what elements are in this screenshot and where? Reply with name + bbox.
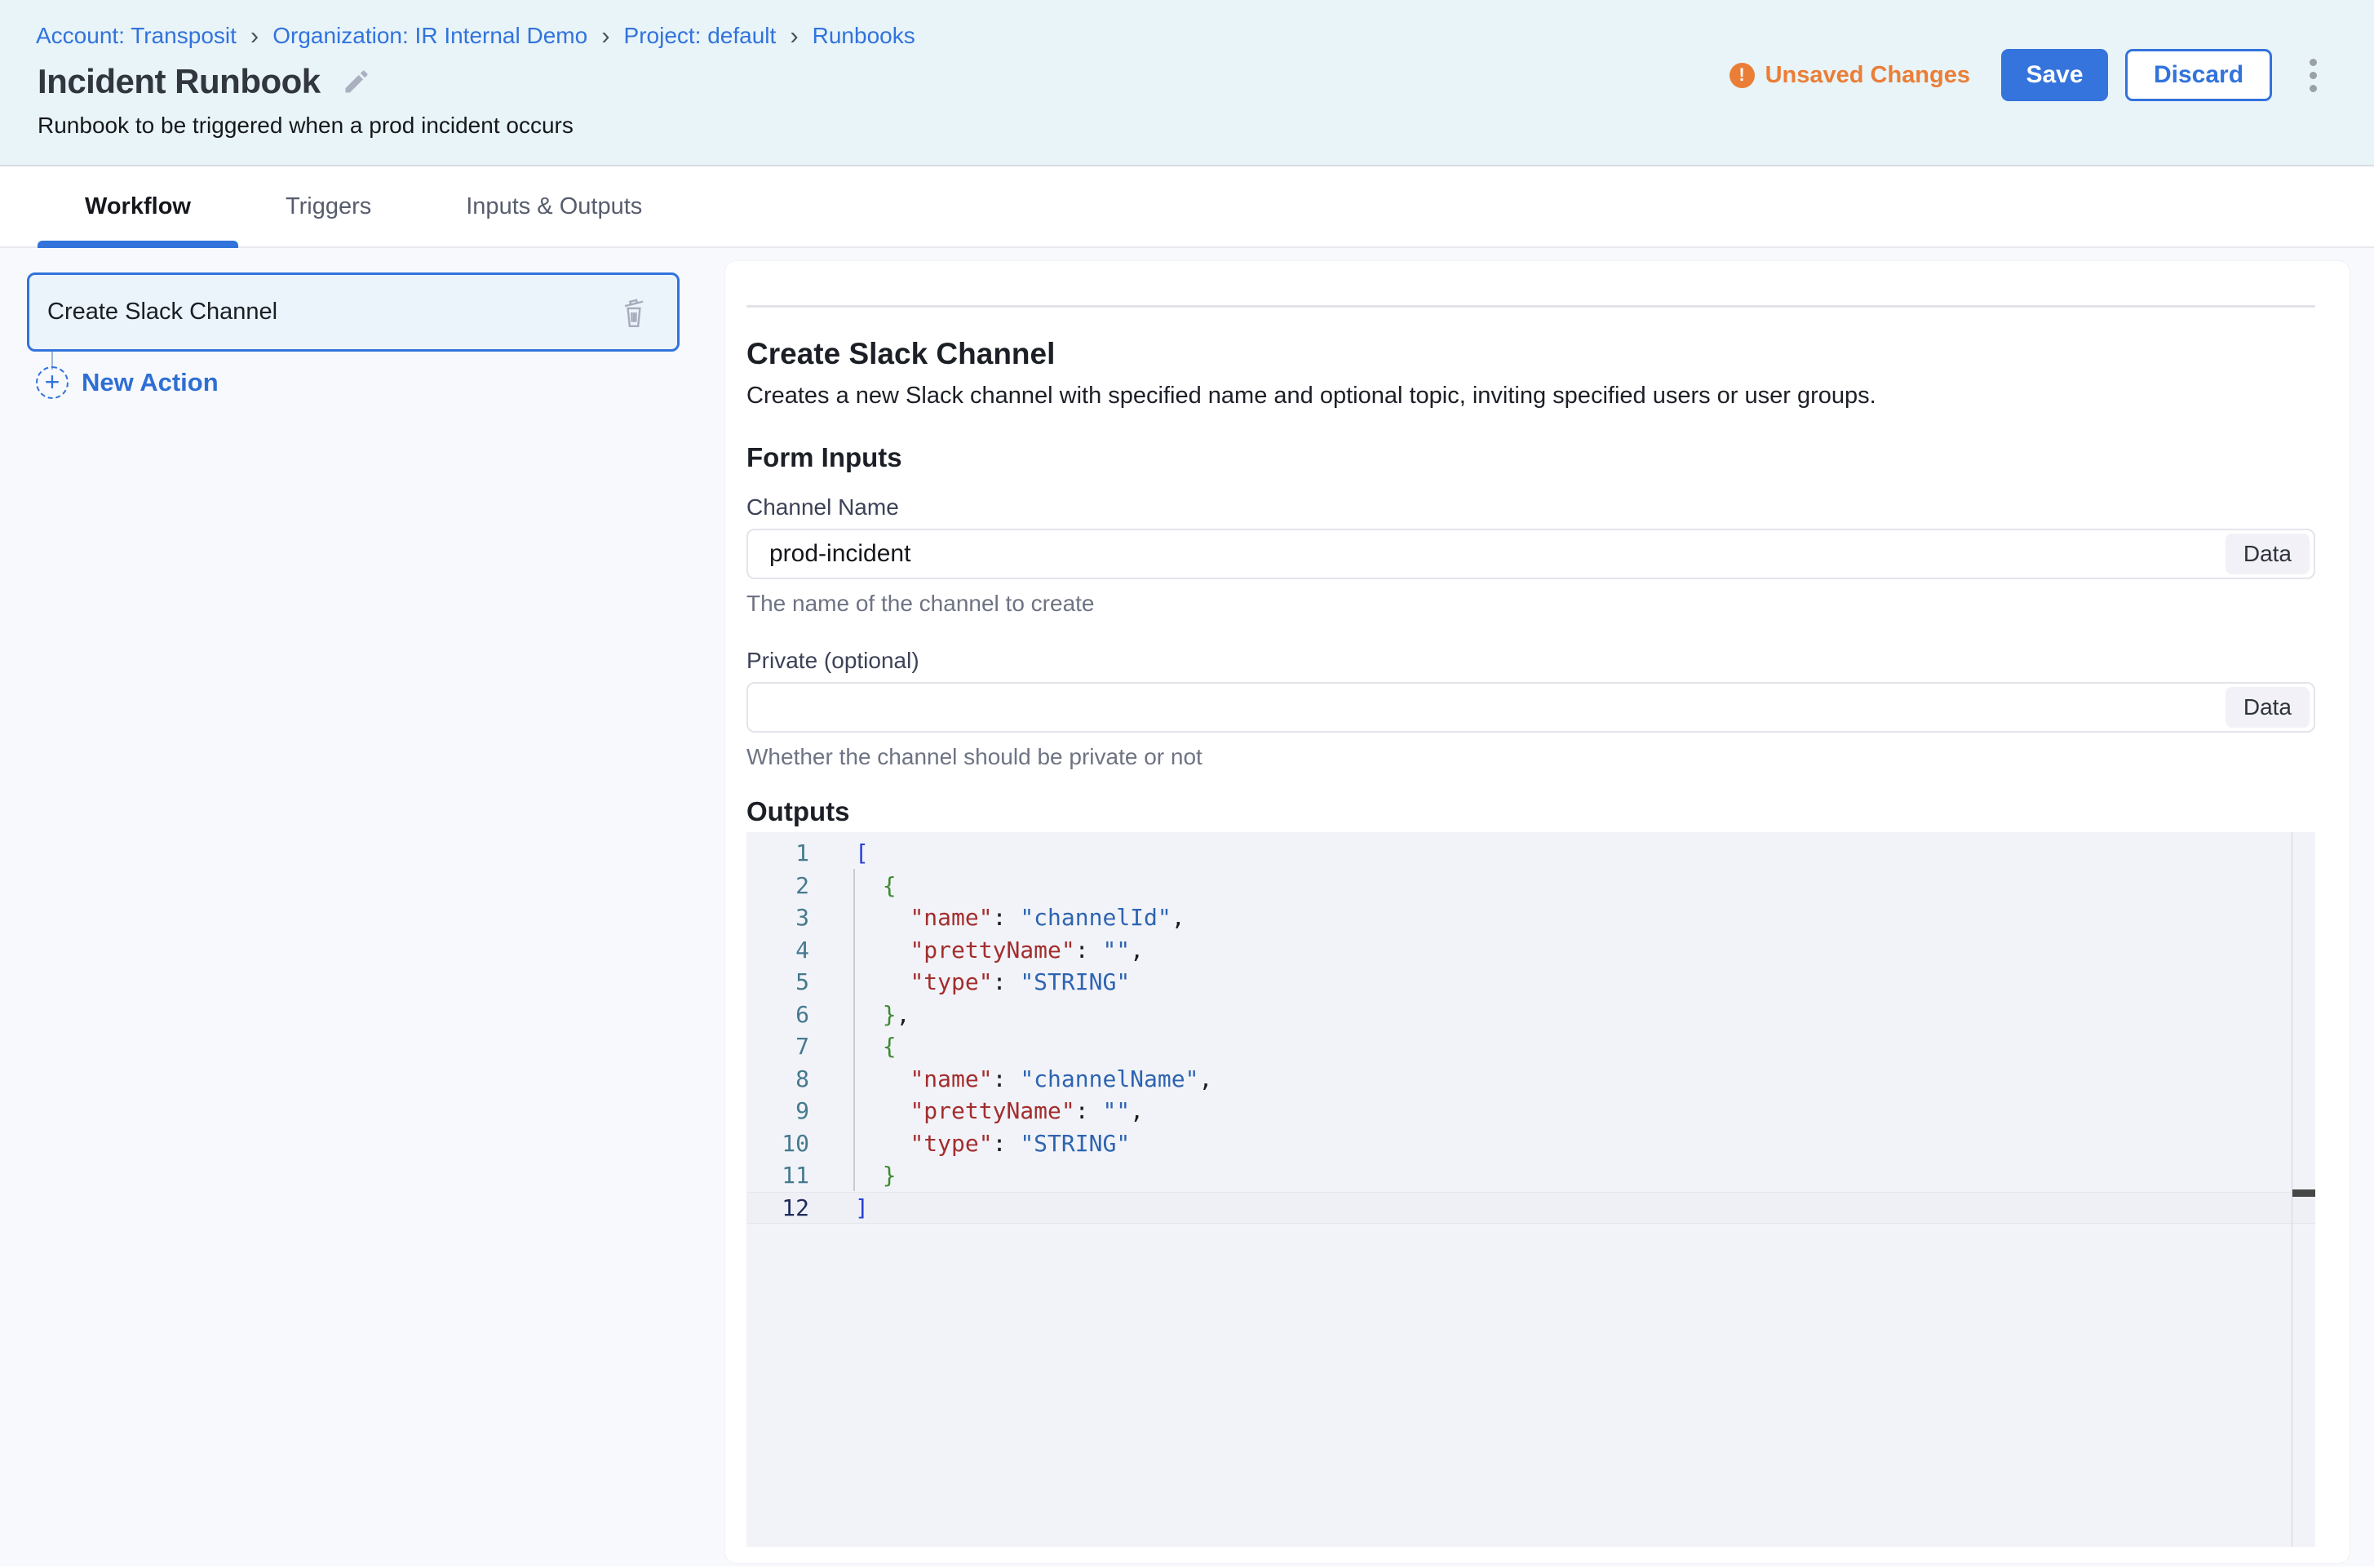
new-action-label: New Action [82, 368, 219, 397]
channel-name-label: Channel Name [746, 494, 2315, 520]
line-number: 2 [746, 870, 809, 902]
line-number: 8 [746, 1063, 809, 1096]
private-label: Private (optional) [746, 648, 2315, 674]
private-data-button[interactable]: Data [2226, 687, 2310, 728]
code-line: 7 { [746, 1030, 2315, 1063]
private-helper: Whether the channel should be private or… [746, 744, 2315, 770]
line-number: 4 [746, 934, 809, 967]
code-line: 3 "name": "channelId", [746, 901, 2315, 934]
tab-inputs-outputs[interactable]: Inputs & Outputs [419, 166, 689, 246]
runbook-editor-page: Account: Transposit › Organization: IR I… [0, 0, 2374, 1568]
trash-icon[interactable] [620, 295, 648, 330]
kebab-menu-icon[interactable] [2306, 54, 2320, 97]
discard-button[interactable]: Discard [2125, 49, 2272, 101]
editor-scrollbar [2292, 832, 2315, 1547]
code-line: 12] [746, 1192, 2315, 1225]
line-number: 12 [746, 1193, 809, 1224]
channel-name-input[interactable] [748, 530, 2226, 578]
line-number: 7 [746, 1030, 809, 1063]
unsaved-changes-badge: ! Unsaved Changes [1730, 62, 1970, 89]
code-line: 6 }, [746, 999, 2315, 1031]
save-button[interactable]: Save [2001, 49, 2108, 101]
channel-name-data-button[interactable]: Data [2226, 534, 2310, 574]
breadcrumb-separator: › [790, 24, 798, 47]
line-number: 11 [746, 1159, 809, 1192]
code-line: 5 "type": "STRING" [746, 966, 2315, 999]
private-field: Data [746, 682, 2315, 733]
edit-title-icon[interactable] [342, 67, 371, 96]
line-number: 10 [746, 1127, 809, 1160]
action-title: Create Slack Channel [746, 337, 2315, 371]
code-line: 11 } [746, 1159, 2315, 1192]
unsaved-changes-label: Unsaved Changes [1765, 62, 1970, 89]
code-line: 4 "prettyName": "", [746, 934, 2315, 967]
tab-workflow[interactable]: Workflow [38, 166, 238, 246]
tab-triggers[interactable]: Triggers [238, 166, 419, 246]
breadcrumb-project-link[interactable]: Project: default [624, 23, 777, 49]
content-area: Create Slack Channel + [0, 248, 2374, 1566]
action-description: Creates a new Slack channel with specifi… [746, 383, 2315, 410]
editor-scrollbar-thumb[interactable] [2292, 1189, 2315, 1197]
divider [746, 305, 2315, 308]
action-detail-panel: Create Slack Channel Creates a new Slack… [725, 261, 2350, 1563]
page-title: Incident Runbook [38, 62, 321, 101]
breadcrumb-separator: › [250, 24, 259, 47]
new-action-button[interactable]: + New Action [36, 366, 219, 399]
tab-bar: Workflow Triggers Inputs & Outputs [0, 166, 2374, 248]
alert-circle-icon: ! [1730, 63, 1755, 88]
action-card-create-slack-channel[interactable]: Create Slack Channel [27, 272, 680, 352]
code-line: 9 "prettyName": "", [746, 1095, 2315, 1127]
page-header: Account: Transposit › Organization: IR I… [0, 0, 2374, 166]
breadcrumb-separator: › [601, 24, 609, 47]
channel-name-field: Data [746, 529, 2315, 579]
outputs-code-editor[interactable]: 1[2 {3 "name": "channelId",4 "prettyName… [746, 832, 2315, 1547]
line-number: 6 [746, 999, 809, 1031]
private-input[interactable] [748, 684, 2226, 731]
code-editor-lines: 1[2 {3 "name": "channelId",4 "prettyName… [746, 832, 2315, 1224]
code-line: 8 "name": "channelName", [746, 1063, 2315, 1096]
page-subtitle: Runbook to be triggered when a prod inci… [38, 113, 574, 139]
code-line: 10 "type": "STRING" [746, 1127, 2315, 1160]
channel-name-helper: The name of the channel to create [746, 591, 2315, 617]
code-line: 2 { [746, 870, 2315, 902]
plus-circle-icon: + [36, 366, 69, 399]
code-line: 1[ [746, 837, 2315, 870]
line-number: 1 [746, 837, 809, 870]
line-number: 5 [746, 966, 809, 999]
line-number: 3 [746, 901, 809, 934]
breadcrumb-account-link[interactable]: Account: Transposit [36, 23, 237, 49]
breadcrumb-organization-link[interactable]: Organization: IR Internal Demo [272, 23, 587, 49]
breadcrumb: Account: Transposit › Organization: IR I… [36, 23, 915, 49]
line-number: 9 [746, 1095, 809, 1127]
outputs-heading: Outputs [746, 796, 2315, 827]
breadcrumb-runbooks-link[interactable]: Runbooks [813, 23, 915, 49]
workflow-sidebar: Create Slack Channel + [0, 248, 725, 1566]
indent-guide [853, 869, 855, 1191]
form-inputs-heading: Form Inputs [746, 442, 2315, 473]
action-card-label: Create Slack Channel [47, 299, 277, 326]
